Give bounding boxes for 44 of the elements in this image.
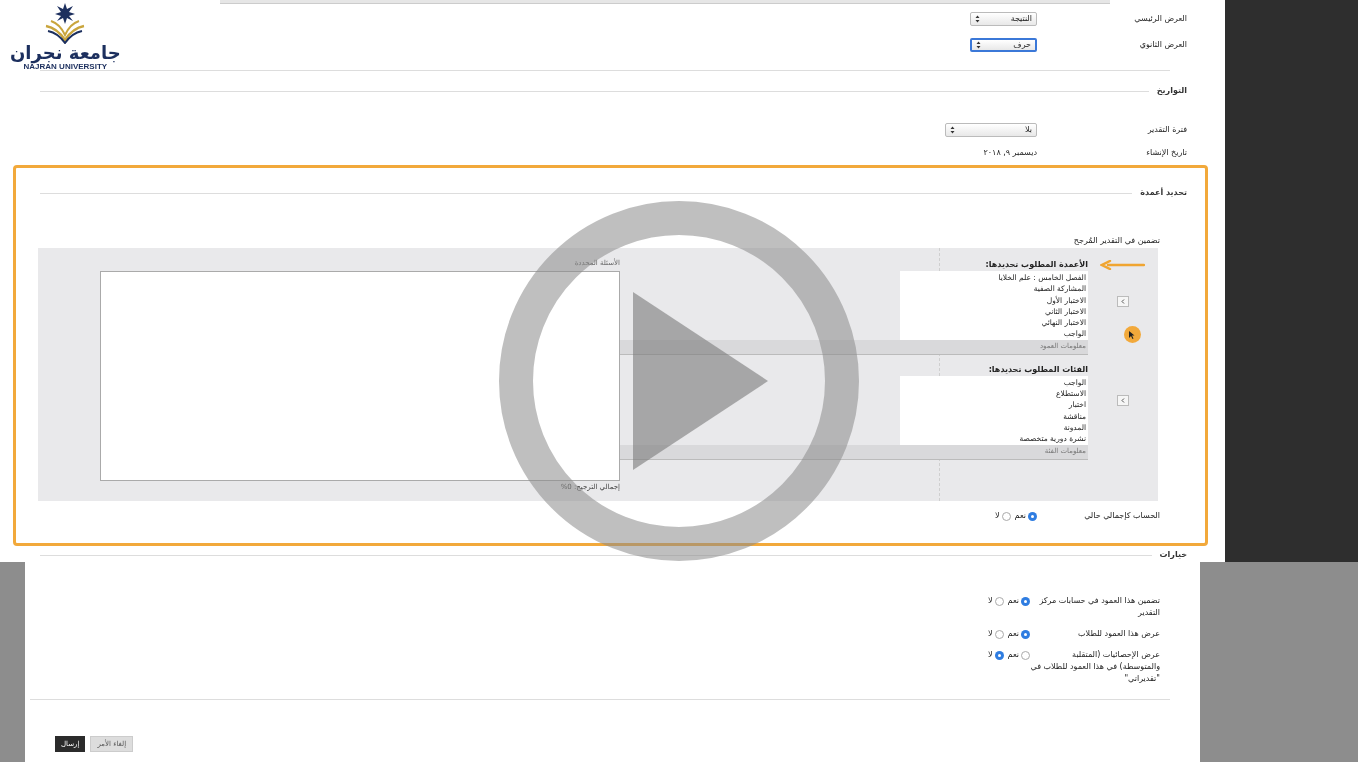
- field-value: ديسمبر ٩, ٢٠١٨: [983, 147, 1037, 159]
- section-label: تضمين في التقدير المُرجح: [1073, 235, 1160, 247]
- section-heading: خيارات: [1159, 549, 1187, 561]
- radio-label: نعم: [1014, 510, 1026, 522]
- selected-list-box[interactable]: [100, 271, 620, 481]
- cursor-icon: [1123, 326, 1141, 343]
- radio-button[interactable]: [994, 650, 1004, 660]
- field-label: فترة التقدير: [1146, 124, 1187, 136]
- radio-button[interactable]: [994, 629, 1004, 639]
- radio-button[interactable]: [1028, 511, 1037, 521]
- stepper-icon: [976, 41, 981, 49]
- option-label: تضمين هذا العمود في حسابات مركز التقدير: [1038, 595, 1160, 619]
- section-heading: التواريخ: [1156, 85, 1187, 97]
- add-button[interactable]: [1117, 296, 1129, 307]
- stepper-icon: [950, 126, 955, 134]
- radio-label: لا: [995, 510, 1000, 522]
- radio-button[interactable]: [994, 596, 1004, 606]
- radio-label: نعم: [1007, 628, 1019, 640]
- dropdown[interactable]: بلا: [945, 123, 1037, 137]
- radio-label: نعم: [1007, 649, 1019, 661]
- option-label: عرض هذا العمود للطلاب: [1077, 628, 1160, 640]
- field-label: العرض الرئيسي: [1133, 13, 1187, 25]
- list-heading: الأعمدة المطلوب تحديدها:: [984, 259, 1088, 271]
- chevron-icon: [1121, 299, 1125, 304]
- chevron-icon: [1121, 398, 1125, 403]
- list-heading: الفئات المطلوب تحديدها:: [987, 363, 1088, 376]
- radio-label: لا: [988, 649, 993, 661]
- logo-arabic-text: جامعة نجران: [10, 44, 121, 62]
- field-label: العرض الثانوي: [1138, 39, 1187, 51]
- radio-label: لا: [988, 628, 993, 640]
- radio-label: نعم: [1007, 595, 1019, 607]
- section-heading: تحديد أعمدة: [1140, 187, 1187, 199]
- dropdown[interactable]: النتيجة: [970, 12, 1037, 26]
- stepper-icon: [975, 15, 980, 23]
- option-label: عرض الإحصائيات (المتقلبة والمتوسطة) في هذا العمود للطلاب في "تقديراتي": [1030, 649, 1160, 685]
- radio-button[interactable]: [1021, 650, 1030, 660]
- radio-label: لا: [988, 595, 993, 607]
- radio-button[interactable]: [1021, 596, 1030, 606]
- add-button[interactable]: [1117, 395, 1129, 406]
- radio-button[interactable]: [1021, 629, 1030, 639]
- field-label: الحساب كإجمالي حالي: [1083, 510, 1160, 522]
- field-label: تاريخ الإنشاء: [1145, 147, 1187, 159]
- radio-button[interactable]: [1001, 511, 1011, 521]
- dropdown[interactable]: حرف: [970, 38, 1037, 52]
